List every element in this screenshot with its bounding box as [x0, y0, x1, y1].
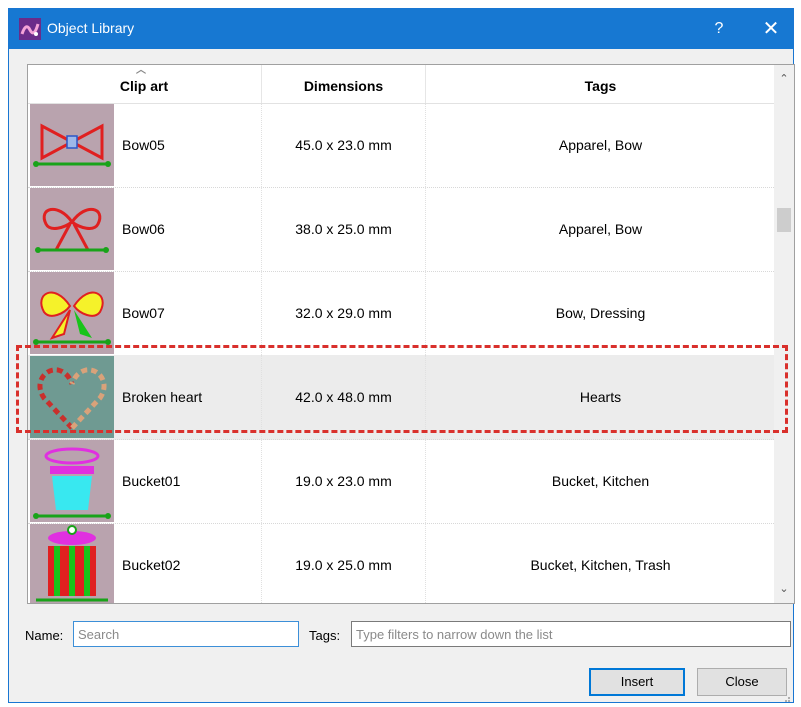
yellow-bow-icon: [30, 272, 114, 354]
list-item-selected[interactable]: Broken heart 42.0 x 48.0 mm Hearts: [28, 355, 774, 440]
item-tags: Bucket, Kitchen, Trash: [425, 523, 775, 603]
item-tags: Apparel, Bow: [425, 103, 775, 187]
list-item[interactable]: Bow07 32.0 x 29.0 mm Bow, Dressing: [28, 271, 774, 356]
name-search-input[interactable]: [73, 621, 299, 647]
window-title: Object Library: [47, 20, 135, 36]
list-item[interactable]: Bow05 45.0 x 23.0 mm Apparel, Bow: [28, 103, 774, 188]
item-name: Bow05: [122, 137, 165, 153]
item-dimensions: 19.0 x 25.0 mm: [261, 523, 425, 603]
item-name: Bucket02: [122, 557, 181, 573]
trash-bucket-icon: [30, 524, 114, 603]
list-item[interactable]: Bucket02 19.0 x 25.0 mm Bucket, Kitchen,…: [28, 523, 775, 603]
column-header-dimensions[interactable]: Dimensions: [261, 65, 425, 103]
item-name: Bow07: [122, 305, 165, 321]
vertical-scrollbar[interactable]: ⌃ ⌄: [774, 65, 794, 603]
scrollbar-thumb[interactable]: [777, 208, 791, 232]
item-tags: Bow, Dressing: [425, 271, 775, 355]
app-logo-icon: [19, 18, 41, 40]
item-name: Bucket01: [122, 473, 181, 489]
name-filter-label: Name:: [25, 628, 64, 643]
item-name: Broken heart: [122, 389, 203, 405]
title-bar[interactable]: Object Library ? ✕: [9, 9, 793, 49]
item-dimensions: 45.0 x 23.0 mm: [261, 103, 425, 187]
tags-filter-input[interactable]: [351, 621, 791, 647]
item-dimensions: 32.0 x 29.0 mm: [261, 271, 425, 355]
object-library-dialog: Object Library ? ✕ ︿ Clip art Dimensions…: [8, 8, 795, 703]
bow-outline-icon: [30, 104, 114, 186]
resize-grip-icon[interactable]: [781, 690, 791, 702]
clipart-list[interactable]: ︿ Clip art Dimensions Tags Bow05 45.0 x …: [27, 64, 795, 604]
item-dimensions: 38.0 x 25.0 mm: [261, 187, 425, 271]
list-item[interactable]: Bow06 38.0 x 25.0 mm Apparel, Bow: [28, 187, 774, 272]
list-item[interactable]: Bucket01 19.0 x 23.0 mm Bucket, Kitchen: [28, 439, 774, 524]
close-button[interactable]: Close: [697, 668, 787, 696]
item-name: Bow06: [122, 221, 165, 237]
scroll-up-icon[interactable]: ⌃: [774, 65, 794, 93]
bucket-icon: [30, 440, 114, 522]
broken-heart-icon: [30, 356, 114, 438]
item-dimensions: 19.0 x 23.0 mm: [261, 439, 425, 523]
column-header-clipart[interactable]: ︿ Clip art: [28, 65, 260, 103]
item-tags: Bucket, Kitchen: [425, 439, 775, 523]
insert-button[interactable]: Insert: [589, 668, 685, 696]
item-dimensions: 42.0 x 48.0 mm: [261, 355, 425, 439]
item-tags: Hearts: [425, 355, 775, 439]
column-header-tags[interactable]: Tags: [425, 65, 775, 103]
list-header: ︿ Clip art Dimensions Tags: [28, 65, 774, 104]
tags-filter-label: Tags:: [309, 628, 341, 643]
help-button[interactable]: ?: [697, 9, 741, 49]
close-window-icon[interactable]: ✕: [749, 9, 793, 49]
item-tags: Apparel, Bow: [425, 187, 775, 271]
sort-ascending-icon: ︿: [136, 65, 146, 76]
ribbon-bow-icon: [30, 188, 114, 270]
scroll-down-icon[interactable]: ⌄: [774, 575, 794, 603]
